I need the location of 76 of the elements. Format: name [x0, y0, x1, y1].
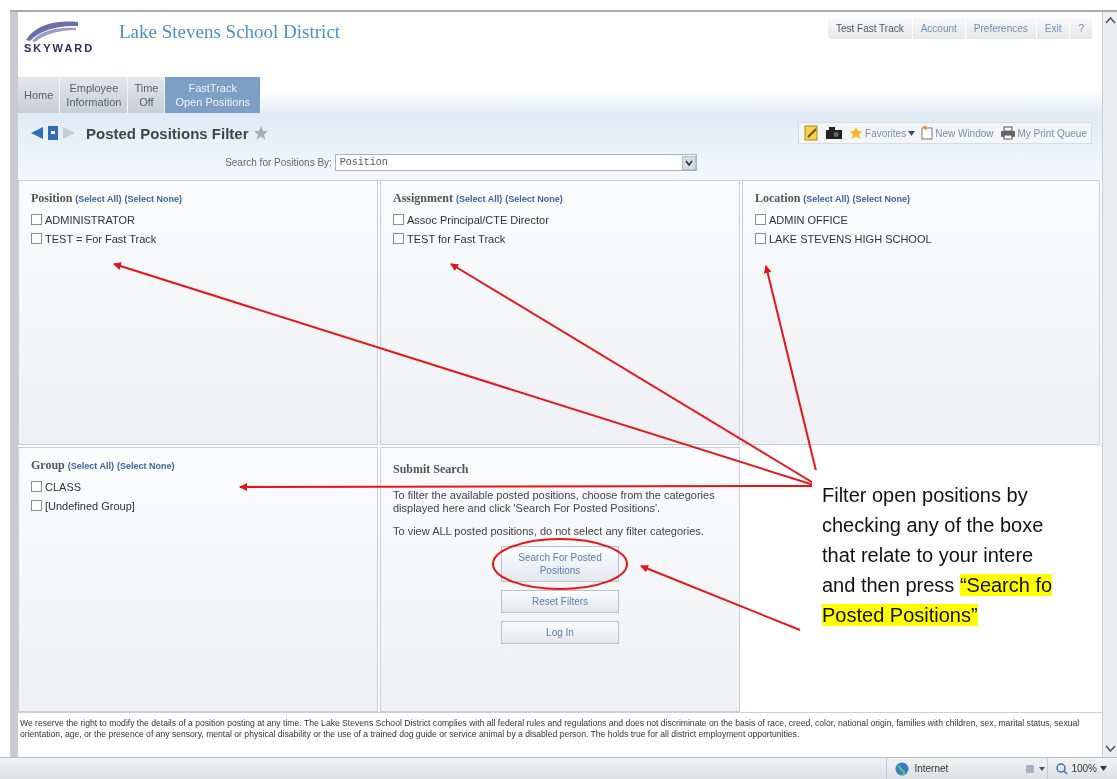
print-queue-link[interactable]: My Print Queue [999, 126, 1087, 140]
zoom-control[interactable]: 100% [1047, 758, 1117, 779]
zoom-icon [1056, 762, 1069, 775]
nav-tab[interactable]: Home [18, 77, 61, 113]
logo-text: SKYWARD [24, 42, 96, 54]
instruction-text: To view ALL posted positions, do not select any filter categories. [393, 525, 705, 538]
callout-text: that relate to your intere [822, 544, 1034, 566]
star-icon [849, 126, 864, 140]
favorites-menu[interactable]: Favorites [849, 126, 916, 140]
panel-title: Submit Search [393, 462, 470, 477]
top-link[interactable]: Exit [1035, 18, 1070, 39]
user-name: Test Fast Track [834, 22, 905, 36]
panel-title: Assignment [393, 191, 453, 206]
select-all-link[interactable]: (Select All) [456, 194, 503, 204]
note-icon[interactable] [803, 125, 820, 141]
printer-icon [999, 126, 1016, 140]
highlighted-text: “Search fo [959, 574, 1053, 596]
district-name: Lake Stevens School District [118, 20, 341, 43]
scroll-up-icon[interactable] [1104, 16, 1116, 24]
globe-icon [895, 761, 910, 776]
action-button[interactable]: Log In [501, 621, 619, 644]
select-none-link[interactable]: (Select None) [505, 194, 563, 204]
checkbox[interactable] [31, 214, 42, 225]
nav-tab[interactable]: FastTrack Open Positions [165, 77, 262, 113]
caret-icon [1100, 766, 1107, 771]
nav-tab[interactable]: Time Off [128, 77, 166, 113]
top-link[interactable]: Preferences [964, 18, 1036, 39]
action-button[interactable]: Reset Filters [501, 590, 619, 613]
checkbox-label: ADMIN OFFICE [769, 213, 848, 226]
checkbox-label: TEST = For Fast Track [45, 232, 157, 245]
select-all-link[interactable]: (Select All) [803, 194, 850, 204]
help-link[interactable]: ? [1069, 18, 1092, 39]
checkbox[interactable] [31, 481, 42, 492]
window-icon [921, 126, 934, 140]
panel-title: Location [755, 191, 801, 206]
checkbox-label: Assoc Principal/CTE Director [407, 213, 549, 226]
highlighted-text: Posted Positions” [822, 604, 978, 626]
checkbox[interactable] [755, 233, 766, 244]
checkbox-label: [Undefined Group] [45, 499, 135, 512]
callout-text: and then press [822, 574, 956, 596]
select-none-link[interactable]: (Select None) [852, 194, 911, 204]
dropdown-arrow-icon [681, 155, 696, 170]
select-all-link[interactable]: (Select All) [75, 194, 122, 204]
select-none-link[interactable]: (Select None) [117, 461, 175, 471]
new-window-link[interactable]: New Window [921, 126, 994, 140]
panel-title: Group [31, 458, 65, 473]
camera-icon[interactable] [825, 126, 844, 140]
protected-mode-icon[interactable] [1025, 762, 1048, 775]
star-icon[interactable] [252, 125, 269, 141]
scroll-down-icon[interactable] [1104, 745, 1116, 753]
scrollbar[interactable] [1102, 12, 1117, 757]
back-arrow-icon[interactable] [30, 126, 44, 140]
nav-tab[interactable]: Employee Information [60, 77, 129, 113]
checkbox-label: TEST for Fast Track [407, 232, 506, 245]
security-zone: Internet [886, 758, 1026, 779]
select-field[interactable]: Position [334, 154, 697, 171]
checkbox[interactable] [755, 214, 766, 225]
checkbox-label: CLASS [45, 480, 82, 493]
checkbox[interactable] [31, 233, 42, 244]
select-none-link[interactable]: (Select None) [124, 194, 183, 204]
select-all-link[interactable]: (Select All) [67, 461, 114, 471]
checkbox-label: LAKE STEVENS HIGH SCHOOL [769, 232, 932, 245]
checkbox[interactable] [31, 500, 42, 511]
top-link[interactable]: Account [911, 18, 965, 39]
panel-title: Position [31, 191, 73, 206]
checkbox-label: ADMINISTRATOR [45, 213, 136, 226]
caret-icon [908, 130, 916, 136]
checkbox[interactable] [393, 233, 404, 244]
action-button[interactable]: Search For Posted Positions [501, 546, 619, 582]
instruction-text: To filter the available posted positions, choose from the categories displayed here and click 'Search For Posted Positions'. [393, 489, 716, 515]
callout-text: checking any of the boxe [822, 514, 1044, 536]
page-icon[interactable] [48, 126, 58, 140]
page-title: Posted Positions Filter [86, 124, 249, 142]
field-label: Search for Positions By: [225, 157, 332, 168]
callout-text: Filter open positions by [822, 484, 1028, 506]
checkbox[interactable] [393, 214, 404, 225]
